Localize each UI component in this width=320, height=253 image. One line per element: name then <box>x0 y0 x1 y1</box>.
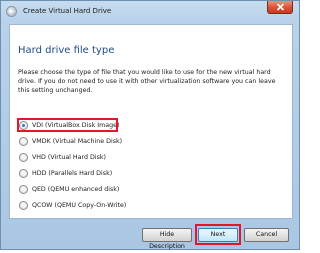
option-hdd[interactable]: HDD (Parallels Hard Disk) <box>19 168 219 179</box>
radio-button[interactable] <box>19 153 28 162</box>
radio-button[interactable] <box>19 169 28 178</box>
option-label: HDD (Parallels Hard Disk) <box>32 170 113 177</box>
option-qed[interactable]: QED (QEMU enhanced disk) <box>19 184 219 195</box>
radio-button[interactable] <box>19 185 28 194</box>
selection-highlight-box <box>17 118 118 132</box>
back-button[interactable] <box>6 6 17 17</box>
option-vmdk[interactable]: VMDK (Virtual Machine Disk) <box>19 136 219 147</box>
content-panel: Hard drive file type Please choose the t… <box>9 24 293 219</box>
option-vhd[interactable]: VHD (Virtual Hard Disk) <box>19 152 219 163</box>
option-qcow[interactable]: QCOW (QEMU Copy-On-Write) <box>19 200 219 211</box>
radio-button[interactable] <box>19 137 28 146</box>
dialog-window: Create Virtual Hard Drive Hard drive fil… <box>0 0 300 250</box>
close-button[interactable] <box>267 1 293 14</box>
page-description: Please choose the type of file that you … <box>18 69 276 94</box>
hide-description-button[interactable]: Hide Description <box>142 228 192 250</box>
option-label: VHD (Virtual Hard Disk) <box>32 154 106 161</box>
option-label: QCOW (QEMU Copy-On-Write) <box>32 202 127 209</box>
radio-button[interactable] <box>19 201 28 210</box>
page-heading: Hard drive file type <box>18 45 115 56</box>
close-icon <box>276 3 285 11</box>
back-arrow-icon <box>8 9 14 14</box>
title-bar: Create Virtual Hard Drive <box>1 1 299 23</box>
window-title: Create Virtual Hard Drive <box>23 7 112 15</box>
option-label: QED (QEMU enhanced disk) <box>32 186 120 193</box>
option-label: VMDK (Virtual Machine Disk) <box>32 138 123 145</box>
cancel-button[interactable]: Cancel <box>244 228 289 242</box>
next-highlight-box <box>195 224 241 245</box>
